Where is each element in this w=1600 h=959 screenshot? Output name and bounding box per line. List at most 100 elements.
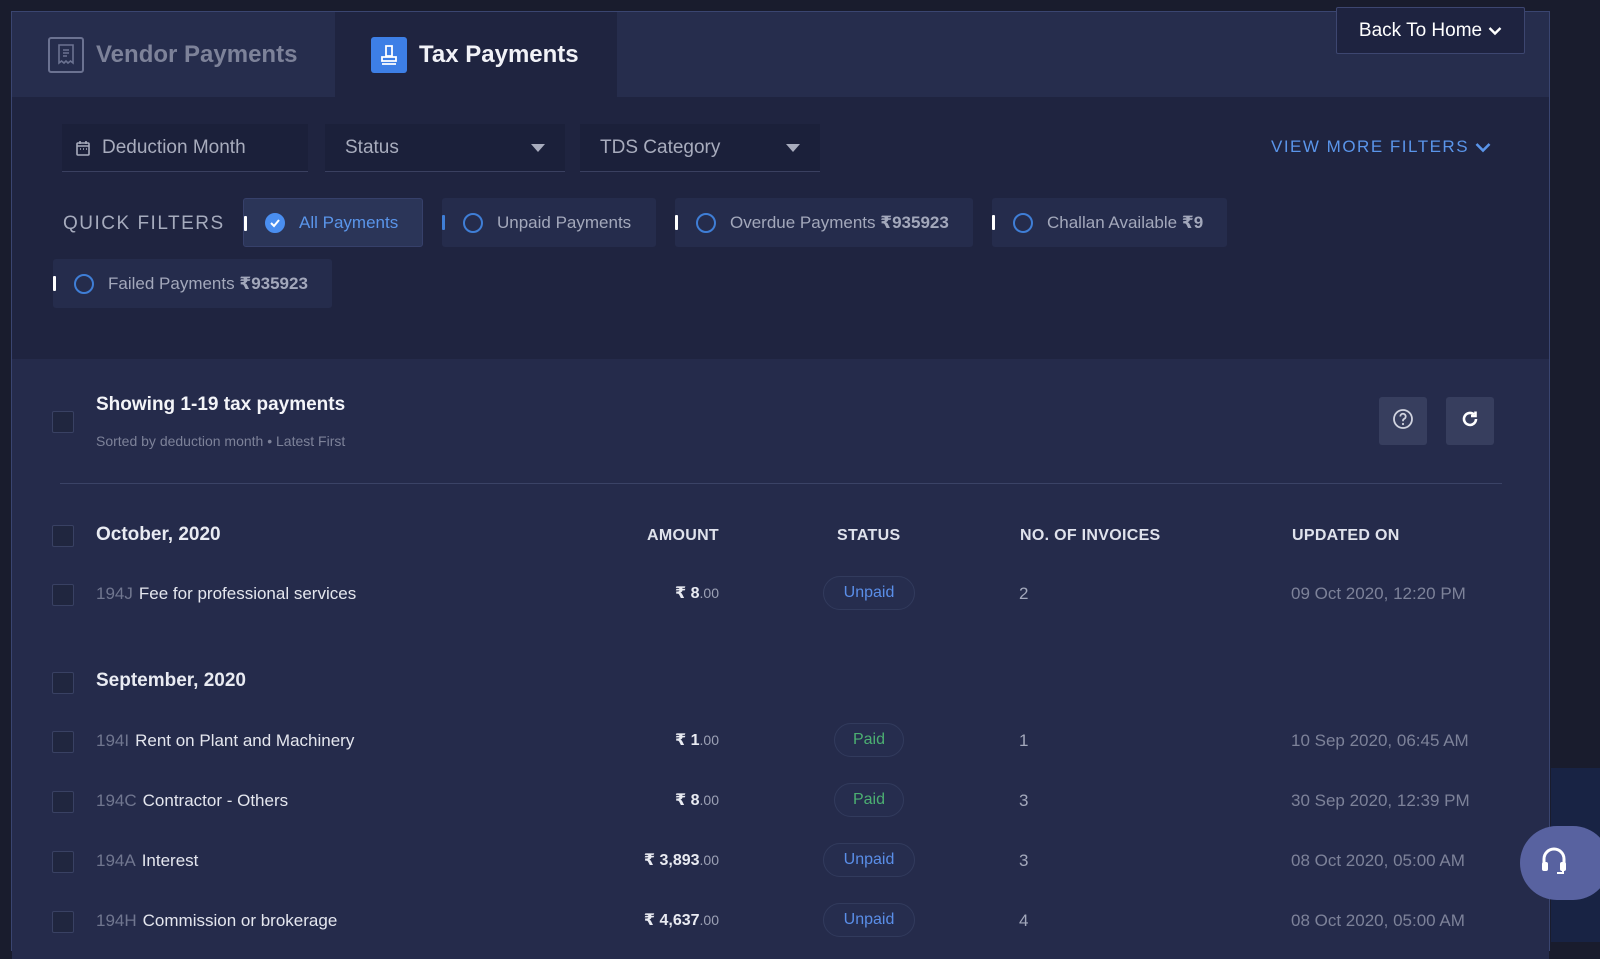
status-badge: Unpaid — [823, 843, 915, 877]
row-checkbox[interactable] — [52, 791, 74, 813]
help-button[interactable] — [1379, 397, 1427, 445]
tds-category-dropdown[interactable]: TDS Category — [580, 124, 820, 172]
tds-description: Fee for professional services — [138, 584, 357, 603]
quick-filter-amount: ₹9 — [1181, 212, 1204, 232]
group-checkbox[interactable] — [52, 525, 74, 547]
support-chat-button[interactable] — [1520, 826, 1600, 900]
tds-section-code: 194A Interest — [96, 851, 199, 870]
row-checkbox[interactable] — [52, 731, 74, 753]
caret-down-icon — [786, 144, 800, 152]
tab-vendor-payments[interactable]: Vendor Payments — [12, 12, 335, 97]
row-checkbox[interactable] — [52, 911, 74, 933]
receipt-icon — [48, 36, 84, 73]
column-header-invoices: NO. OF INVOICES — [1020, 527, 1161, 544]
row-amount: ₹ 3,893.00 — [643, 852, 719, 869]
radio-circle-icon — [696, 212, 716, 233]
tds-description: Commission or brokerage — [142, 911, 338, 930]
headset-icon — [1540, 846, 1568, 881]
group-title: October, 2020 — [96, 524, 221, 545]
chip-marker — [244, 216, 247, 231]
tab-tax-payments[interactable]: Tax Payments — [335, 12, 617, 97]
quick-filter-label: All Payments — [299, 212, 399, 232]
radio-circle-icon — [463, 212, 483, 233]
tds-section-code: 194H Commission or brokerage — [96, 911, 338, 930]
list-summary-title: Showing 1-19 tax payments — [96, 394, 346, 415]
row-checkbox[interactable] — [52, 851, 74, 873]
row-checkbox[interactable] — [52, 584, 74, 606]
tab-label: Vendor Payments — [96, 40, 298, 68]
invoice-count: 1 — [1019, 731, 1029, 750]
column-header-updated-on: UPDATED ON — [1292, 527, 1400, 544]
quick-filter-label: Challan Available — [1047, 212, 1178, 232]
refresh-button[interactable] — [1446, 397, 1494, 445]
view-more-filters-label: VIEW MORE FILTERS — [1271, 137, 1470, 156]
tds-section-code: 194C Contractor - Others — [96, 791, 289, 810]
stamp-icon — [371, 36, 407, 73]
tds-description: Contractor - Others — [142, 791, 289, 810]
chevron-down-icon — [1488, 26, 1502, 36]
payments-list: Showing 1-19 tax payments Sorted by dedu… — [12, 359, 1549, 959]
quick-filter-label: Overdue Payments — [730, 212, 876, 232]
status-badge: Unpaid — [823, 903, 915, 937]
check-circle-icon — [265, 212, 285, 233]
tds-section-code: 194J Fee for professional services — [96, 584, 357, 603]
group-title: September, 2020 — [96, 670, 246, 691]
chip-marker — [992, 215, 995, 230]
updated-on: 10 Sep 2020, 06:45 AM — [1291, 731, 1469, 750]
chip-marker — [442, 215, 445, 230]
deduction-month-placeholder: Deduction Month — [102, 136, 246, 158]
chip-marker — [675, 215, 678, 230]
select-all-checkbox[interactable] — [52, 411, 74, 433]
caret-down-icon — [531, 144, 545, 152]
quick-filter-overdue-payments[interactable]: Overdue Payments ₹935923 — [675, 198, 973, 247]
chip-marker — [53, 276, 56, 291]
list-sort-info: Sorted by deduction month • Latest First — [96, 433, 346, 449]
refresh-icon — [1460, 409, 1480, 434]
radio-circle-icon — [74, 273, 94, 294]
quick-filter-label: Failed Payments — [108, 273, 235, 293]
invoice-count: 2 — [1019, 584, 1029, 603]
group-checkbox[interactable] — [52, 672, 74, 694]
tax-payments-panel: Vendor Payments Tax Payments Back To Hom… — [11, 7, 1550, 959]
quick-filter-failed-payments[interactable]: Failed Payments ₹935923 — [53, 259, 332, 308]
row-amount: ₹ 8.00 — [675, 792, 719, 809]
updated-on: 30 Sep 2020, 12:39 PM — [1291, 791, 1470, 810]
column-header-status: STATUS — [837, 527, 901, 544]
column-header-amount: AMOUNT — [646, 527, 719, 544]
quick-filter-amount: ₹935923 — [880, 212, 949, 232]
back-to-home-button[interactable]: Back To Home — [1336, 7, 1525, 54]
quick-filter-all-payments[interactable]: All Payments — [243, 198, 423, 247]
filters-section: Deduction Month Status TDS Category VIEW… — [12, 97, 1549, 359]
back-to-home-label: Back To Home — [1358, 19, 1483, 41]
status-badge: Unpaid — [823, 576, 915, 610]
invoice-count: 4 — [1019, 911, 1029, 930]
row-amount: ₹ 1.00 — [675, 732, 719, 749]
updated-on: 09 Oct 2020, 12:20 PM — [1291, 584, 1466, 603]
status-badge: Paid — [834, 723, 904, 757]
status-dropdown[interactable]: Status — [325, 124, 565, 172]
list-divider — [60, 483, 1502, 484]
row-amount: ₹ 4,637.00 — [643, 912, 719, 929]
updated-on: 08 Oct 2020, 05:00 AM — [1291, 851, 1465, 870]
row-amount: ₹ 8.00 — [675, 585, 719, 602]
calendar-icon — [76, 140, 90, 156]
deduction-month-picker[interactable]: Deduction Month — [62, 124, 308, 172]
chevron-down-icon — [1475, 142, 1491, 153]
tds-description: Rent on Plant and Machinery — [135, 731, 355, 750]
view-more-filters-link[interactable]: VIEW MORE FILTERS — [1271, 137, 1491, 157]
help-icon — [1392, 408, 1414, 435]
tds-section-code: 194I Rent on Plant and Machinery — [96, 731, 355, 750]
status-placeholder: Status — [345, 136, 399, 158]
quick-filter-challan-available[interactable]: Challan Available ₹9 — [992, 198, 1227, 247]
quick-filter-unpaid-payments[interactable]: Unpaid Payments — [442, 198, 656, 247]
radio-circle-icon — [1013, 212, 1033, 233]
tab-label: Tax Payments — [419, 40, 579, 68]
updated-on: 08 Oct 2020, 05:00 AM — [1291, 911, 1465, 930]
invoice-count: 3 — [1019, 791, 1029, 810]
tds-category-placeholder: TDS Category — [600, 136, 721, 158]
quick-filter-amount: ₹935923 — [239, 273, 308, 293]
tds-description: Interest — [141, 851, 199, 870]
quick-filter-label: Unpaid Payments — [497, 212, 632, 232]
quick-filters-label: QUICK FILTERS — [63, 213, 225, 234]
status-badge: Paid — [834, 783, 904, 817]
